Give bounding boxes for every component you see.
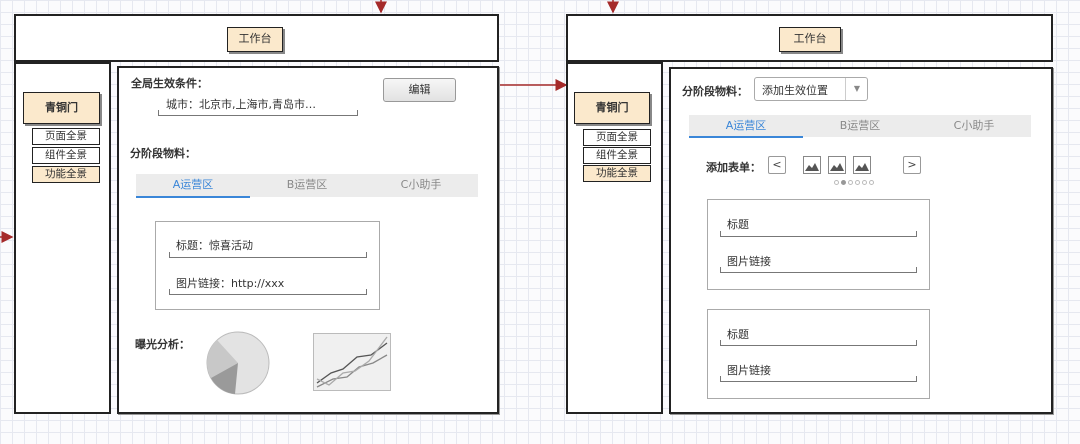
left-menu-feature[interactable]: 功能全景: [32, 166, 100, 183]
carousel-dot[interactable]: [834, 180, 839, 185]
right-tabbar: A运营区 B运营区 C小助手: [689, 115, 1031, 138]
image-thumb-icon[interactable]: [828, 156, 846, 174]
left-header-title: 工作台: [227, 27, 283, 52]
carousel-prev-button[interactable]: <: [768, 156, 786, 174]
left-menu-page[interactable]: 页面全景: [32, 128, 100, 145]
location-select[interactable]: 添加生效位置 ▼: [754, 77, 868, 101]
right-menu-page[interactable]: 页面全景: [583, 129, 651, 146]
left-menu-component[interactable]: 组件全景: [32, 147, 100, 164]
left-staged-material-label: 分阶段物料：: [130, 147, 196, 160]
form-2-image-link-underline: [720, 376, 917, 382]
image-thumb-icon[interactable]: [803, 156, 821, 174]
right-tab-a[interactable]: A运营区: [689, 115, 803, 138]
right-menu-component[interactable]: 组件全景: [583, 147, 651, 164]
right-form-box-2: [707, 309, 930, 399]
left-tab-b[interactable]: B运营区: [250, 174, 364, 197]
chevron-down-icon: ▼: [845, 78, 868, 100]
right-brand-badge: 青铜门: [574, 92, 650, 124]
carousel-dot[interactable]: [855, 180, 860, 185]
carousel-dot[interactable]: [841, 180, 846, 185]
form-1-title-field[interactable]: 标题: [727, 216, 749, 232]
right-staged-material-label: 分阶段物料：: [682, 85, 748, 98]
form-1-title-underline: [720, 231, 917, 237]
form-1-image-link-underline: [720, 267, 917, 273]
right-header-title: 工作台: [779, 27, 841, 52]
left-tab-a[interactable]: A运营区: [136, 174, 250, 198]
carousel-dot[interactable]: [869, 180, 874, 185]
left-image-link-underline: [169, 289, 367, 295]
right-form-box-1: [707, 199, 930, 290]
right-tab-b[interactable]: B运营区: [803, 115, 917, 137]
add-form-label: 添加表单：: [706, 161, 761, 174]
left-form-box: [155, 221, 380, 310]
right-menu-feature[interactable]: 功能全景: [583, 165, 651, 182]
carousel-next-button[interactable]: >: [903, 156, 921, 174]
image-thumb-icon[interactable]: [853, 156, 871, 174]
location-select-value: 添加生效位置: [762, 84, 828, 97]
edit-button[interactable]: 编辑: [383, 78, 456, 102]
city-field-underline: [158, 110, 358, 116]
exposure-label: 曝光分析：: [135, 338, 190, 351]
left-brand-badge: 青铜门: [23, 92, 100, 124]
left-title-underline: [169, 252, 367, 258]
form-2-title-underline: [720, 340, 917, 346]
line-chart-icon: [313, 333, 391, 391]
right-tab-c[interactable]: C小助手: [917, 115, 1031, 137]
left-tabbar: A运营区 B运营区 C小助手: [136, 174, 478, 198]
pie-chart-icon: [206, 331, 270, 395]
carousel-dot[interactable]: [848, 180, 853, 185]
left-title-field[interactable]: 标题：惊喜活动: [176, 237, 253, 253]
carousel-dot[interactable]: [862, 180, 867, 185]
global-conditions-label: 全局生效条件：: [131, 77, 208, 90]
left-tab-c[interactable]: C小助手: [364, 174, 478, 197]
